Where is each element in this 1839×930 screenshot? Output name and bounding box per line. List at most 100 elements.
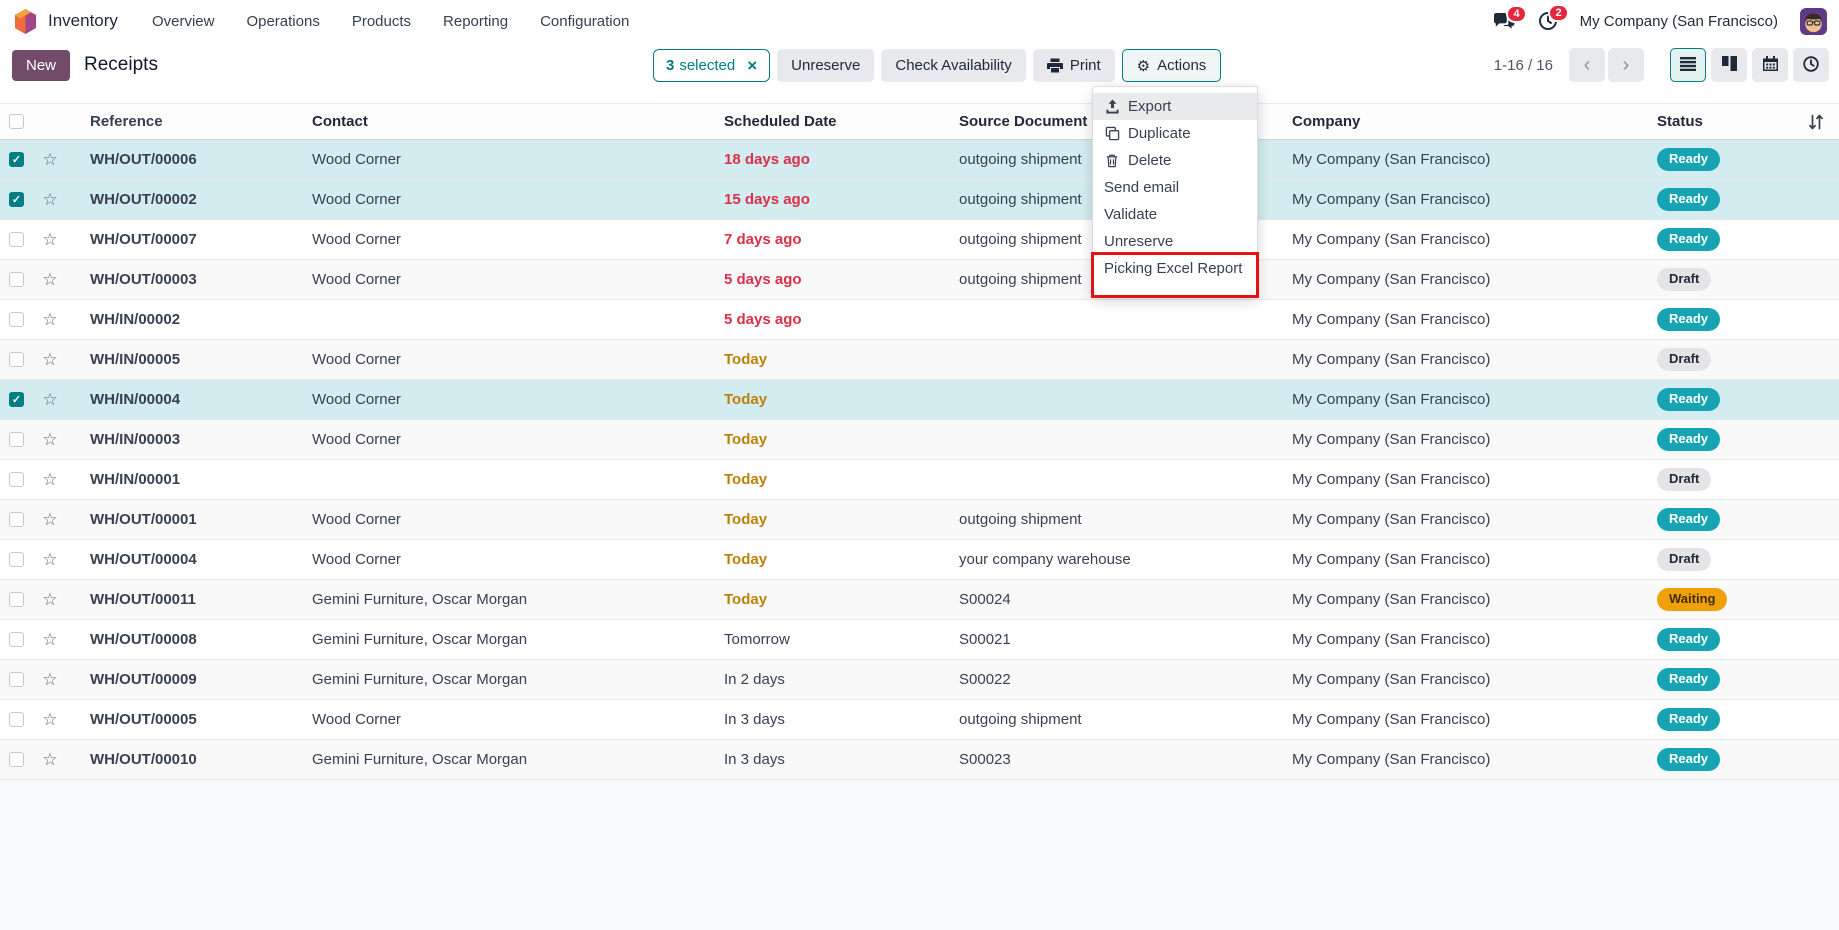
table-row[interactable]: ✓☆WH/OUT/00006Wood Corner18 days agooutg… <box>0 140 1839 180</box>
row-checkbox[interactable] <box>9 472 24 487</box>
kanban-view-button[interactable] <box>1711 48 1747 82</box>
row-checkbox[interactable] <box>9 312 24 327</box>
cell-reference: WH/OUT/00007 <box>68 231 312 248</box>
menu-item-delete[interactable]: Delete <box>1093 147 1257 174</box>
status-badge: Ready <box>1657 628 1720 650</box>
menu-item-send-email[interactable]: Send email <box>1093 174 1257 201</box>
favorite-star-icon[interactable]: ☆ <box>32 510 68 530</box>
row-checkbox[interactable]: ✓ <box>9 192 24 207</box>
select-all-checkbox[interactable] <box>9 114 24 129</box>
table-row[interactable]: ☆WH/OUT/00005Wood CornerIn 3 daysoutgoin… <box>0 700 1839 740</box>
menu-item-unreserve[interactable]: Unreserve <box>1093 228 1257 255</box>
favorite-star-icon[interactable]: ☆ <box>32 630 68 650</box>
row-checkbox[interactable] <box>9 672 24 687</box>
nav-menu-item-reporting[interactable]: Reporting <box>443 13 508 30</box>
company-switcher[interactable]: My Company (San Francisco) <box>1580 13 1778 30</box>
nav-menu-item-configuration[interactable]: Configuration <box>540 13 629 30</box>
table-row[interactable]: ☆WH/OUT/00004Wood CornerTodayyour compan… <box>0 540 1839 580</box>
table-row[interactable]: ☆WH/IN/00005Wood CornerTodayMy Company (… <box>0 340 1839 380</box>
avatar[interactable] <box>1800 8 1827 35</box>
check-availability-button[interactable]: Check Availability <box>881 49 1025 82</box>
favorite-star-icon[interactable]: ☆ <box>32 310 68 330</box>
table-row[interactable]: ☆WH/OUT/00003Wood Corner5 days agooutgoi… <box>0 260 1839 300</box>
nav-menu-item-overview[interactable]: Overview <box>152 13 215 30</box>
table-row[interactable]: ☆WH/OUT/00011Gemini Furniture, Oscar Mor… <box>0 580 1839 620</box>
nav-menu-item-products[interactable]: Products <box>352 13 411 30</box>
table-row[interactable]: ☆WH/IN/00003Wood CornerTodayMy Company (… <box>0 420 1839 460</box>
selection-chip[interactable]: 3 selected × <box>653 49 770 82</box>
row-checkbox[interactable] <box>9 232 24 247</box>
table-row[interactable]: ☆WH/OUT/00007Wood Corner7 days agooutgoi… <box>0 220 1839 260</box>
row-checkbox[interactable] <box>9 512 24 527</box>
nav-menu-item-operations[interactable]: Operations <box>246 13 319 30</box>
messages-icon[interactable]: 4 <box>1493 12 1516 31</box>
column-header-reference[interactable]: Reference <box>68 113 312 130</box>
favorite-star-icon[interactable]: ☆ <box>32 390 68 410</box>
menu-item-label: Send email <box>1104 179 1179 196</box>
table-row[interactable]: ☆WH/OUT/00001Wood CornerTodayoutgoing sh… <box>0 500 1839 540</box>
favorite-star-icon[interactable]: ☆ <box>32 190 68 210</box>
cell-reference: WH/OUT/00005 <box>68 711 312 728</box>
favorite-star-icon[interactable]: ☆ <box>32 590 68 610</box>
row-checkbox[interactable] <box>9 752 24 767</box>
favorite-star-icon[interactable]: ☆ <box>32 150 68 170</box>
column-header-scheduled-date[interactable]: Scheduled Date <box>724 113 959 130</box>
row-checkbox[interactable] <box>9 712 24 727</box>
favorite-star-icon[interactable]: ☆ <box>32 750 68 770</box>
status-badge: Ready <box>1657 228 1720 250</box>
row-checkbox[interactable] <box>9 272 24 287</box>
row-checkbox[interactable] <box>9 552 24 567</box>
selection-toolbar: 3 selected × Unreserve Check Availabilit… <box>653 49 1221 82</box>
menu-item-export[interactable]: Export <box>1093 93 1257 120</box>
table-row[interactable]: ☆WH/OUT/00009Gemini Furniture, Oscar Mor… <box>0 660 1839 700</box>
menu-item-validate[interactable]: Validate <box>1093 201 1257 228</box>
unreserve-button[interactable]: Unreserve <box>777 49 874 82</box>
favorite-star-icon[interactable]: ☆ <box>32 670 68 690</box>
row-checkbox[interactable] <box>9 352 24 367</box>
calendar-view-button[interactable] <box>1752 48 1788 82</box>
app-name[interactable]: Inventory <box>48 11 118 31</box>
pager-next-button[interactable]: › <box>1608 48 1644 82</box>
row-checkbox[interactable] <box>9 592 24 607</box>
cell-company: My Company (San Francisco) <box>1292 231 1657 248</box>
activities-icon[interactable]: 2 <box>1538 11 1558 31</box>
pager-previous-button[interactable]: ‹ <box>1569 48 1605 82</box>
column-header-company[interactable]: Company <box>1292 113 1657 130</box>
status-badge: Ready <box>1657 308 1720 330</box>
favorite-star-icon[interactable]: ☆ <box>32 550 68 570</box>
table-row[interactable]: ☆WH/IN/000025 days agoMy Company (San Fr… <box>0 300 1839 340</box>
gear-icon: ⚙ <box>1137 57 1150 75</box>
table-row[interactable]: ✓☆WH/OUT/00002Wood Corner15 days agooutg… <box>0 180 1839 220</box>
optional-columns-icon[interactable] <box>1807 113 1825 135</box>
cell-company: My Company (San Francisco) <box>1292 351 1657 368</box>
table-row[interactable]: ☆WH/IN/00001TodayMy Company (San Francis… <box>0 460 1839 500</box>
table-row[interactable]: ☆WH/OUT/00008Gemini Furniture, Oscar Mor… <box>0 620 1839 660</box>
row-checkbox[interactable] <box>9 632 24 647</box>
cell-status: Draft <box>1657 268 1839 290</box>
list-view-button[interactable] <box>1670 48 1706 82</box>
actions-button[interactable]: ⚙ Actions <box>1122 49 1222 82</box>
print-button[interactable]: Print <box>1033 49 1115 82</box>
menu-item-picking-excel-report[interactable]: Picking Excel Report <box>1093 255 1257 282</box>
menu-item-duplicate[interactable]: Duplicate <box>1093 120 1257 147</box>
favorite-star-icon[interactable]: ☆ <box>32 270 68 290</box>
kanban-view-icon <box>1722 56 1737 74</box>
row-checkbox[interactable]: ✓ <box>9 152 24 167</box>
table-row[interactable]: ☆WH/OUT/00010Gemini Furniture, Oscar Mor… <box>0 740 1839 780</box>
cell-contact: Wood Corner <box>312 191 724 208</box>
menu-item-label: Validate <box>1104 206 1157 223</box>
row-checkbox[interactable]: ✓ <box>9 392 24 407</box>
inventory-app-icon[interactable] <box>12 8 39 35</box>
table-row[interactable]: ✓☆WH/IN/00004Wood CornerTodayMy Company … <box>0 380 1839 420</box>
clear-selection-icon[interactable]: × <box>747 57 757 74</box>
favorite-star-icon[interactable]: ☆ <box>32 710 68 730</box>
row-checkbox[interactable] <box>9 432 24 447</box>
column-header-contact[interactable]: Contact <box>312 113 724 130</box>
pager-range: 1-16 / 16 <box>1494 57 1553 74</box>
activity-view-button[interactable] <box>1793 48 1829 82</box>
favorite-star-icon[interactable]: ☆ <box>32 470 68 490</box>
new-button[interactable]: New <box>12 50 70 81</box>
favorite-star-icon[interactable]: ☆ <box>32 230 68 250</box>
favorite-star-icon[interactable]: ☆ <box>32 350 68 370</box>
favorite-star-icon[interactable]: ☆ <box>32 430 68 450</box>
